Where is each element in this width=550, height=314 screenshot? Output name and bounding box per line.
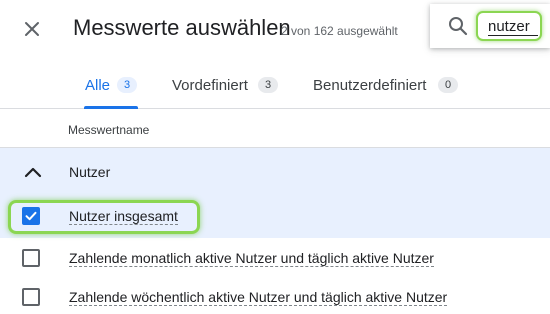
check-icon (25, 211, 37, 221)
tab-label: Alle (85, 77, 111, 94)
tab-label: Vordefiniert (172, 77, 248, 94)
search-input[interactable] (488, 17, 538, 36)
checkbox-unchecked[interactable] (22, 249, 40, 267)
selection-count: 2 von 162 ausgewählt (281, 24, 398, 38)
metric-name: Zahlende wöchentlich aktive Nutzer und t… (69, 289, 448, 306)
chevron-up-icon[interactable] (22, 162, 44, 184)
tab-bar: Alle 3 Vordefiniert 3 Benutzerdefiniert … (0, 62, 550, 109)
group-row-nutzer[interactable]: Nutzer (0, 148, 550, 196)
metric-row[interactable]: Nutzer insgesamt (0, 196, 550, 238)
column-header: Messwertname (68, 123, 150, 137)
tab-benutzerdefiniert[interactable]: Benutzerdefiniert 0 (313, 62, 463, 108)
tab-vordefiniert[interactable]: Vordefiniert 3 (172, 62, 284, 108)
checkbox-checked[interactable] (22, 207, 40, 225)
checkbox-unchecked[interactable] (22, 288, 40, 306)
metric-name: Zahlende monatlich aktive Nutzer und täg… (69, 250, 434, 267)
dialog-title: Messwerte auswählen (73, 15, 291, 40)
metric-row[interactable]: Zahlende monatlich aktive Nutzer und täg… (0, 238, 550, 280)
active-tab-indicator (84, 106, 138, 109)
tab-label: Benutzerdefiniert (313, 77, 427, 94)
metric-row[interactable]: Zahlende wöchentlich aktive Nutzer und t… (0, 277, 550, 314)
tab-count-badge: 3 (258, 77, 278, 93)
tab-count-badge: 0 (438, 77, 458, 93)
close-button[interactable] (20, 17, 44, 41)
metric-name: Nutzer insgesamt (69, 208, 178, 225)
tab-alle[interactable]: Alle 3 (85, 62, 141, 108)
group-label: Nutzer (69, 164, 111, 180)
search-highlight (476, 11, 542, 41)
tab-count-badge: 3 (117, 77, 137, 93)
metric-picker-dialog: Messwerte auswählen 2 von 162 ausgewählt… (0, 0, 550, 314)
search-icon[interactable] (448, 16, 468, 36)
close-icon (20, 17, 44, 41)
